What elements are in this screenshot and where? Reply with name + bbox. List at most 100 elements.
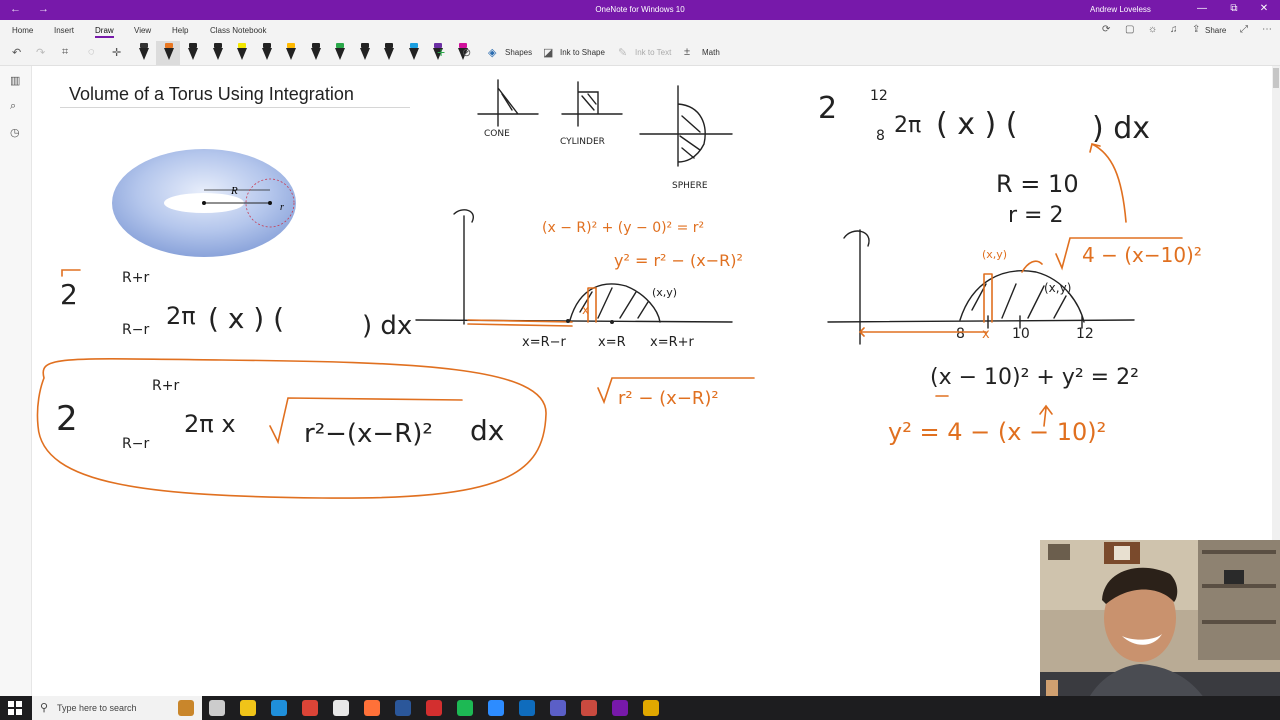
ink-coef-2a: 2 bbox=[60, 278, 78, 311]
pen-11[interactable] bbox=[384, 43, 394, 61]
ink-to-text-button[interactable]: Ink to Text bbox=[635, 48, 671, 57]
taskbar-app-icon[interactable] bbox=[612, 700, 628, 716]
tab-help[interactable]: Help bbox=[172, 26, 188, 35]
pen-tip bbox=[310, 48, 321, 60]
tick-12: 12 bbox=[1076, 326, 1094, 342]
pen-6[interactable] bbox=[261, 43, 272, 61]
pen-2[interactable] bbox=[163, 43, 174, 61]
close-icon[interactable]: ✕ bbox=[1254, 3, 1274, 14]
ink-circle-eq-right: (x − 10)² + y² = 2² bbox=[930, 365, 1139, 390]
pen-3[interactable] bbox=[188, 43, 198, 61]
maximize-icon[interactable]: ⧉ bbox=[1224, 3, 1244, 14]
pen-tip bbox=[163, 48, 174, 60]
tab-draw[interactable]: Draw bbox=[95, 26, 114, 38]
pen-tip bbox=[212, 48, 223, 60]
pen-tip bbox=[261, 48, 272, 60]
search-placeholder: Type here to search bbox=[57, 703, 137, 713]
cone-label: CONE bbox=[484, 129, 510, 139]
tab-view[interactable]: View bbox=[134, 26, 151, 35]
taskbar-app-icon[interactable] bbox=[209, 700, 225, 716]
ink-ysq-right: y² = 4 − (x − 10)² bbox=[888, 418, 1106, 446]
cylinder-label: CYLINDER bbox=[560, 137, 605, 147]
ink-to-shape-icon[interactable]: ◪ bbox=[543, 46, 553, 59]
sphere-sketch bbox=[639, 85, 733, 167]
cylinder-sketch bbox=[561, 81, 623, 127]
draw-toolbar: ↶ ↷ ⌗ ◌ ✛ + ⊘ ◈ Shapes ◪ Ink to Shape ✎ … bbox=[0, 40, 1280, 66]
search-icon[interactable]: ⌕ bbox=[10, 100, 16, 113]
ink-integrand-c: ( x ) ( bbox=[936, 107, 1017, 142]
pen-tip bbox=[359, 48, 370, 60]
math-icon[interactable]: ± bbox=[684, 46, 690, 58]
add-pen-icon[interactable]: + bbox=[437, 44, 445, 60]
ribbon-tabs: Home Insert Draw View Help Class Noteboo… bbox=[0, 20, 1280, 40]
lasso-icon[interactable]: ◌ bbox=[88, 46, 95, 58]
ink-x-R: x=R bbox=[598, 335, 626, 350]
ink-2pi-c: 2π bbox=[894, 113, 921, 138]
tick-x: x bbox=[982, 327, 990, 342]
tab-home[interactable]: Home bbox=[12, 26, 33, 35]
ink-dx-a: ) dx bbox=[362, 311, 412, 341]
lightbulb-icon[interactable]: ☼ bbox=[1148, 24, 1157, 35]
taskbar: ⚲ Type here to search bbox=[0, 696, 1280, 720]
ink-to-shape-button[interactable]: Ink to Shape bbox=[560, 48, 605, 57]
pen-7[interactable] bbox=[286, 43, 296, 61]
recent-icon[interactable]: ◷ bbox=[10, 126, 20, 139]
taskbar-app-icon[interactable] bbox=[240, 700, 256, 716]
minimize-icon[interactable]: — bbox=[1192, 3, 1212, 14]
shapes-icon[interactable]: ◈ bbox=[488, 46, 496, 59]
redo-icon[interactable]: ↷ bbox=[36, 46, 45, 59]
ink-limit-upper-c: 12 bbox=[870, 88, 888, 104]
share-icon[interactable]: ⇪ bbox=[1192, 24, 1200, 35]
ink-limit-lower-a: R−r bbox=[122, 322, 149, 338]
taskbar-app-icon[interactable] bbox=[271, 700, 287, 716]
taskbar-app-icon[interactable] bbox=[426, 700, 442, 716]
shapes-button[interactable]: Shapes bbox=[505, 48, 532, 57]
pen-tip bbox=[408, 48, 419, 60]
ink-limit-upper-a: R+r bbox=[122, 270, 149, 286]
pen-1[interactable] bbox=[139, 43, 149, 61]
math-button[interactable]: Math bbox=[702, 48, 720, 57]
taskbar-app-icon[interactable] bbox=[395, 700, 411, 716]
share-button[interactable]: Share bbox=[1205, 26, 1226, 35]
pen-10[interactable] bbox=[359, 43, 370, 61]
more-icon[interactable]: ⋯ bbox=[1262, 24, 1272, 35]
ink-xy-shell: (x,y) bbox=[982, 248, 1007, 261]
ink-integrand-a: ( x ) ( bbox=[208, 302, 284, 335]
taskbar-app-icon[interactable] bbox=[550, 700, 566, 716]
pen-12[interactable] bbox=[408, 43, 419, 61]
bell-icon[interactable]: ♫ bbox=[1170, 24, 1178, 35]
lasso-select-icon[interactable]: ⌗ bbox=[62, 46, 68, 59]
tab-insert[interactable]: Insert bbox=[54, 26, 74, 35]
taskbar-app-icon[interactable] bbox=[302, 700, 318, 716]
sphere-label: SPHERE bbox=[672, 181, 708, 191]
taskbar-app-icon[interactable] bbox=[581, 700, 597, 716]
pen-4[interactable] bbox=[212, 43, 223, 61]
sync-icon[interactable]: ⟳ bbox=[1102, 24, 1110, 35]
taskbar-app-icon[interactable] bbox=[519, 700, 535, 716]
notebooks-icon[interactable]: ▥ bbox=[10, 74, 20, 87]
taskbar-app-icon[interactable] bbox=[364, 700, 380, 716]
undo-icon[interactable]: ↶ bbox=[12, 46, 21, 59]
pen-5[interactable] bbox=[237, 43, 247, 61]
pen-tip bbox=[139, 48, 149, 60]
tab-class-notebook[interactable]: Class Notebook bbox=[210, 26, 266, 35]
taskbar-search[interactable]: ⚲ Type here to search bbox=[32, 696, 202, 720]
taskbar-app-icon[interactable] bbox=[178, 700, 194, 716]
ink-xy-right: (x,y) bbox=[1044, 281, 1071, 295]
taskbar-app-icon[interactable] bbox=[488, 700, 504, 716]
pen-tip bbox=[384, 48, 394, 60]
pen-9[interactable] bbox=[335, 43, 345, 61]
taskbar-app-icon[interactable] bbox=[643, 700, 659, 716]
user-name[interactable]: Andrew Loveless bbox=[1090, 5, 1151, 14]
ruler-icon[interactable]: ⊘ bbox=[462, 46, 471, 59]
add-space-icon[interactable]: ✛ bbox=[112, 46, 121, 59]
page-view-icon[interactable]: ▢ bbox=[1125, 24, 1134, 35]
ink-x-R-plus-r: x=R+r bbox=[650, 335, 695, 350]
windows-start-icon[interactable] bbox=[8, 701, 22, 715]
pen-8[interactable] bbox=[310, 43, 321, 61]
ink-circle-eq-mid: (x − R)² + (y − 0)² = r² bbox=[542, 220, 704, 236]
taskbar-app-icon[interactable] bbox=[333, 700, 349, 716]
taskbar-app-icon[interactable] bbox=[457, 700, 473, 716]
scrollbar-thumb[interactable] bbox=[1273, 68, 1279, 88]
expand-icon[interactable]: ⤢ bbox=[1240, 24, 1248, 35]
